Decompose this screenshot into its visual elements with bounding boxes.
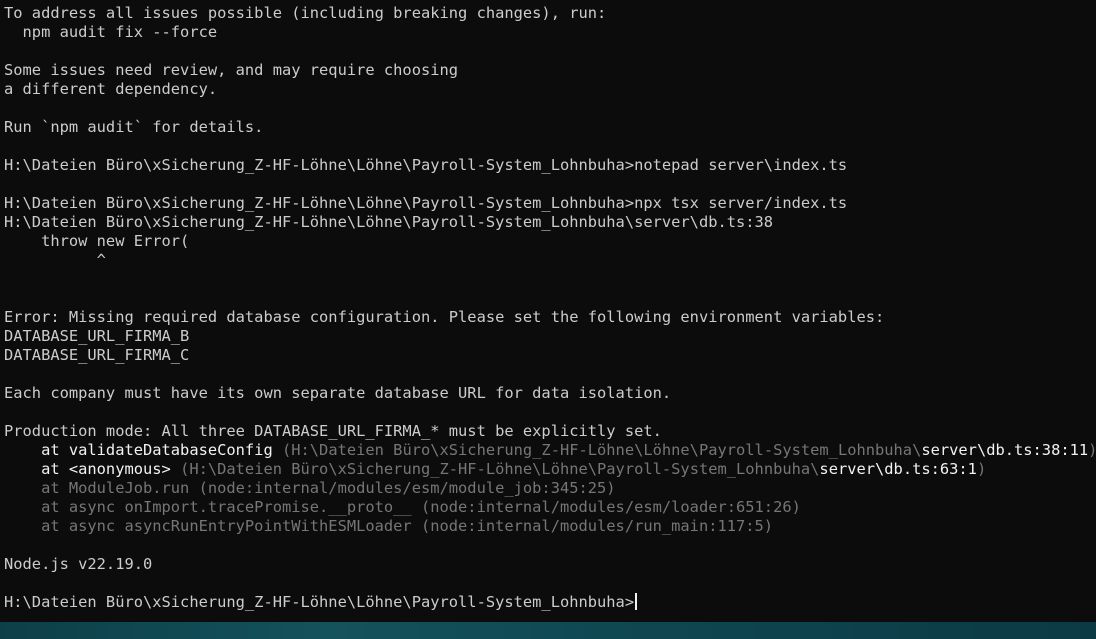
terminal-output[interactable]: To address all issues possible (includin…: [0, 0, 1096, 622]
terminal-text: H:\Dateien Büro\xSicherung_Z-HF-Löhne\Lö…: [4, 156, 848, 174]
prompt-line: H:\Dateien Büro\xSicherung_Z-HF-Löhne\Lö…: [4, 593, 1096, 612]
terminal-text: at async onImport.tracePromise.__proto__…: [4, 498, 801, 516]
terminal-text: H:\Dateien Büro\xSicherung_Z-HF-Löhne\Lö…: [4, 194, 848, 212]
terminal-text: Run `npm audit` for details.: [4, 118, 264, 136]
terminal-text: DATABASE_URL_FIRMA_C: [4, 346, 190, 364]
terminal-text: at validateDatabaseConfig: [4, 441, 282, 459]
taskbar-strip: [0, 622, 1096, 639]
terminal-line: at <anonymous> (H:\Dateien Büro\xSicheru…: [4, 460, 1096, 479]
terminal-text: H:\Dateien Büro\xSicherung_Z-HF-Löhne\Lö…: [4, 213, 774, 231]
terminal-text: Node.js v22.19.0: [4, 555, 153, 573]
terminal-text: (H:\Dateien Büro\xSicherung_Z-HF-Löhne\L…: [180, 460, 820, 478]
terminal-line: throw new Error(: [4, 232, 1096, 251]
terminal-line: H:\Dateien Büro\xSicherung_Z-HF-Löhne\Lö…: [4, 156, 1096, 175]
terminal-text: DATABASE_URL_FIRMA_B: [4, 327, 190, 345]
text-cursor: [635, 593, 637, 610]
terminal-text: a different dependency.: [4, 80, 218, 98]
terminal-text: H:\Dateien Büro\xSicherung_Z-HF-Löhne\Lö…: [4, 593, 635, 611]
terminal-line: DATABASE_URL_FIRMA_C: [4, 346, 1096, 365]
terminal-line: Some issues need review, and may require…: [4, 61, 1096, 80]
terminal-text: server\db.ts:38:11: [921, 441, 1089, 459]
terminal-line: at validateDatabaseConfig (H:\Dateien Bü…: [4, 441, 1096, 460]
terminal-line: Run `npm audit` for details.: [4, 118, 1096, 137]
terminal-line: H:\Dateien Büro\xSicherung_Z-HF-Löhne\Lö…: [4, 213, 1096, 232]
terminal-line: To address all issues possible (includin…: [4, 4, 1096, 23]
terminal-line: Node.js v22.19.0: [4, 555, 1096, 574]
terminal-text: at <anonymous>: [4, 460, 181, 478]
terminal-text: ): [1088, 441, 1096, 459]
terminal-text: (H:\Dateien Büro\xSicherung_Z-HF-Löhne\L…: [281, 441, 922, 459]
terminal-line: npm audit fix --force: [4, 23, 1096, 42]
terminal-line: Each company must have its own separate …: [4, 384, 1096, 403]
terminal-text: server\db.ts:63:1: [819, 460, 977, 478]
terminal-line: Production mode: All three DATABASE_URL_…: [4, 422, 1096, 441]
terminal-text: npm audit fix --force: [4, 23, 218, 41]
terminal-text: throw new Error(: [4, 232, 190, 250]
terminal-text: ^: [4, 251, 106, 269]
terminal-line: a different dependency.: [4, 80, 1096, 99]
terminal-text: at ModuleJob.run (node:internal/modules/…: [4, 479, 616, 497]
terminal-line: ^: [4, 251, 1096, 270]
terminal-text: To address all issues possible (includin…: [4, 4, 607, 22]
terminal-line: Error: Missing required database configu…: [4, 308, 1096, 327]
terminal-text: at async asyncRunEntryPointWithESMLoader…: [4, 517, 774, 535]
terminal-line: H:\Dateien Büro\xSicherung_Z-HF-Löhne\Lö…: [4, 194, 1096, 213]
terminal-line: at async asyncRunEntryPointWithESMLoader…: [4, 517, 1096, 536]
terminal-text: Some issues need review, and may require…: [4, 61, 459, 79]
terminal-text: Production mode: All three DATABASE_URL_…: [4, 422, 662, 440]
terminal-line: at ModuleJob.run (node:internal/modules/…: [4, 479, 1096, 498]
terminal-line: DATABASE_URL_FIRMA_B: [4, 327, 1096, 346]
terminal-line: at async onImport.tracePromise.__proto__…: [4, 498, 1096, 517]
terminal-text: Each company must have its own separate …: [4, 384, 672, 402]
terminal-text: Error: Missing required database configu…: [4, 308, 885, 326]
terminal-text: ): [976, 460, 987, 478]
